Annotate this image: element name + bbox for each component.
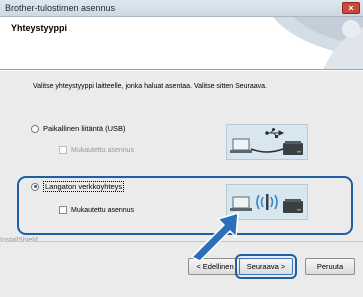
checkbox-custom-install-usb[interactable]: Mukautettu asennus (59, 146, 134, 154)
radio-button-wireless[interactable] (31, 182, 39, 191)
checkbox-usb[interactable] (59, 146, 67, 154)
title-bar: Brother-tulostimen asennus × (0, 0, 363, 17)
checkbox-label-usb: Mukautettu asennus (71, 146, 135, 154)
close-icon: × (348, 3, 354, 13)
window-title: Brother-tulostimen asennus (5, 3, 116, 13)
radio-usb[interactable]: Paikallinen liitäntä (USB) (31, 124, 126, 133)
header-decoration-graphic (273, 17, 363, 69)
checkbox-wireless[interactable] (59, 206, 67, 214)
usb-connection-illustration (226, 124, 308, 160)
radio-button-usb[interactable] (31, 124, 39, 133)
wizard-header: Yhteystyyppi (0, 17, 363, 70)
checkbox-label-wireless: Mukautettu asennus (71, 206, 135, 214)
checkbox-custom-install-wireless[interactable]: Mukautettu asennus (59, 206, 134, 214)
next-button[interactable]: Seuraava > (239, 258, 293, 275)
instruction-text: Valitse yhteystyyppi laitteelle, jonka h… (33, 83, 267, 90)
pointer-arrow-icon (191, 212, 239, 261)
page-title: Yhteystyyppi (11, 23, 68, 33)
usb-connection-icon (230, 128, 303, 155)
wizard-body: Valitse yhteystyyppi laitteelle, jonka h… (0, 71, 363, 297)
radio-label-usb: Paikallinen liitäntä (USB) (43, 124, 126, 133)
radio-label-wireless: Langaton verkkoyhteys (43, 181, 125, 192)
radio-wireless[interactable]: Langaton verkkoyhteys (31, 181, 125, 192)
cancel-button[interactable]: Peruuta (305, 258, 355, 275)
close-button[interactable]: × (342, 2, 360, 14)
installshield-brand: InstallShield (0, 237, 38, 244)
